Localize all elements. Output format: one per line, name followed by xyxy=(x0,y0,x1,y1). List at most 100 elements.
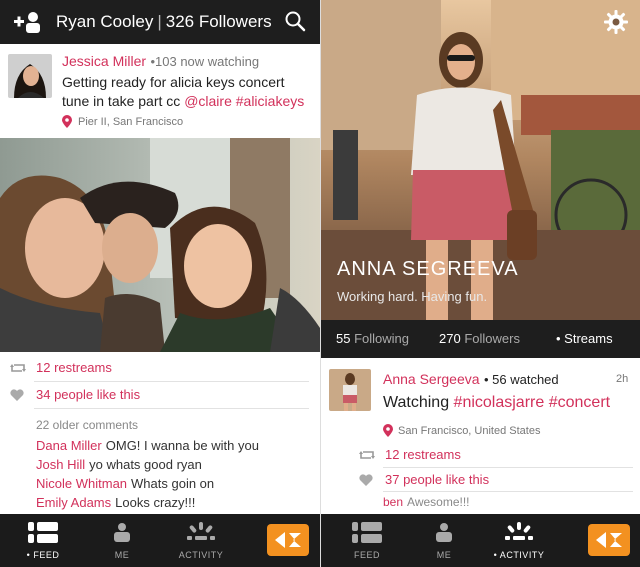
header-followers[interactable]: 326 Followers xyxy=(166,12,272,31)
heart-icon xyxy=(10,388,24,401)
nav-activity-label: • ACTIVITY xyxy=(493,550,545,560)
restreams-count: 12 restreams xyxy=(36,360,112,375)
header-separator: | xyxy=(157,12,162,31)
divider xyxy=(383,467,633,468)
likes-count: 37 people like this xyxy=(385,472,490,487)
nav-feed-label: FEED xyxy=(353,550,380,560)
nav-me-label: ME xyxy=(114,550,130,560)
hashtag-link[interactable]: #concert xyxy=(549,394,610,411)
watching-count: •103 now watching xyxy=(150,54,260,69)
following-label: Following xyxy=(354,331,410,346)
restream-icon xyxy=(359,450,375,459)
avatar[interactable] xyxy=(8,54,52,98)
bottom-nav: • FEED ME ACTIVITY xyxy=(0,514,320,567)
nav-me[interactable]: ME xyxy=(426,514,462,567)
bottom-nav: FEED ME • ACTIVITY xyxy=(321,514,640,567)
location-text: Pier II, San Francisco xyxy=(78,115,184,128)
activity-icon xyxy=(505,522,533,540)
feed-icon xyxy=(352,522,382,543)
followers-stat[interactable]: 270 Followers xyxy=(439,331,520,346)
restreams-count: 12 restreams xyxy=(385,447,461,462)
profile-stats-bar: 55 Following 270 Followers • Streams xyxy=(321,320,640,358)
post-text: Watching #nicolasjarre #concert xyxy=(383,394,610,412)
person-icon xyxy=(114,523,130,542)
restreams-row[interactable]: 12 restreams xyxy=(10,360,112,375)
post-author[interactable]: Jessica Miller xyxy=(62,53,146,69)
post-author[interactable]: Anna Sergeeva xyxy=(383,371,480,387)
likes-row[interactable]: 34 people like this xyxy=(10,387,140,402)
rewind-logo-icon xyxy=(596,532,622,548)
gear-icon[interactable] xyxy=(604,10,628,34)
post-header: Jessica Miller •103 now watching Getting… xyxy=(0,44,320,138)
location-text: San Francisco, United States xyxy=(398,424,541,437)
stream-photo[interactable] xyxy=(0,138,320,352)
post-author-line: Jessica Miller •103 now watching xyxy=(62,53,259,71)
comment-text: OMG! I wanna be with you xyxy=(105,438,259,453)
mention-link[interactable]: @claire xyxy=(184,93,232,109)
following-count: 55 xyxy=(336,331,351,346)
comment-text: yo whats good ryan xyxy=(89,457,202,472)
profile-header-title: Ryan Cooley | 326 Followers xyxy=(56,12,272,32)
comment-author[interactable]: Dana Miller xyxy=(36,438,102,453)
feed-icon xyxy=(28,522,58,543)
activity-icon xyxy=(187,522,215,540)
list-item: Nicole Whitman Whats goin on xyxy=(36,476,214,491)
comment-text: Whats goin on xyxy=(131,476,215,491)
avatar[interactable] xyxy=(329,369,371,411)
post-location[interactable]: Pier II, San Francisco xyxy=(62,115,183,128)
list-item: ben Awesome!!! xyxy=(383,495,470,509)
profile-name: ANNA SEGREEVA xyxy=(337,258,519,280)
nav-activity-label: ACTIVITY xyxy=(178,550,224,560)
followers-count: 270 xyxy=(439,331,461,346)
profile-tagline: Working hard. Having fun. xyxy=(337,289,488,304)
likes-count: 34 people like this xyxy=(36,387,141,402)
comment-author[interactable]: Nicole Whitman xyxy=(36,476,127,491)
feed-screen: Ryan Cooley | 326 Followers Jessica Miller… xyxy=(0,0,320,567)
divider xyxy=(34,381,309,382)
post-text-plain: tune in take part cc xyxy=(62,93,185,109)
nav-feed[interactable]: • FEED xyxy=(18,514,68,567)
comment-author[interactable]: ben xyxy=(383,495,403,509)
post-time: 2h xyxy=(616,373,629,385)
nav-activity[interactable]: ACTIVITY xyxy=(174,514,228,567)
comment-text: Awesome!!! xyxy=(407,495,470,509)
post-text: Getting ready for alicia keys concert tu… xyxy=(62,73,304,111)
post-location[interactable]: San Francisco, United States xyxy=(383,424,540,437)
rewind-logo-icon xyxy=(275,532,301,548)
comment-author[interactable]: Josh Hill xyxy=(36,457,85,472)
nav-me[interactable]: ME xyxy=(104,514,140,567)
person-icon xyxy=(436,523,452,542)
list-item: Emily Adams Looks crazy!!! xyxy=(36,495,195,510)
app-logo-button[interactable] xyxy=(588,524,630,556)
following-stat[interactable]: 55 Following xyxy=(336,331,409,346)
nav-activity[interactable]: • ACTIVITY xyxy=(488,514,550,567)
profile-screen: ANNA SEGREEVA Working hard. Having fun. … xyxy=(320,0,640,567)
comment-author[interactable]: Emily Adams xyxy=(36,495,111,510)
older-comments-link[interactable]: 22 older comments xyxy=(36,418,138,432)
location-pin-icon xyxy=(62,115,72,128)
hashtag-link[interactable]: #aliciakeys xyxy=(236,93,304,109)
nav-feed-label: • FEED xyxy=(26,550,60,560)
post-text-plain: Watching xyxy=(383,394,454,411)
list-item: Josh Hill yo whats good ryan xyxy=(36,457,202,472)
list-item: Dana Miller OMG! I wanna be with you xyxy=(36,438,259,453)
restreams-row[interactable]: 12 restreams xyxy=(359,447,461,462)
search-icon[interactable] xyxy=(284,10,306,32)
hashtag-link[interactable]: #nicolasjarre xyxy=(454,394,545,411)
header-username: Ryan Cooley xyxy=(56,12,154,31)
divider xyxy=(34,408,309,409)
restream-icon xyxy=(10,363,26,372)
divider xyxy=(383,491,633,492)
post-text-line1: Getting ready for alicia keys concert xyxy=(62,74,285,90)
app-logo-button[interactable] xyxy=(267,524,309,556)
post-text-line2: tune in take part cc @claire #aliciakeys xyxy=(62,92,304,111)
followers-label: Followers xyxy=(464,331,520,346)
nav-feed[interactable]: FEED xyxy=(349,514,385,567)
nav-me-label: ME xyxy=(436,550,452,560)
add-friend-icon[interactable] xyxy=(14,11,42,33)
likes-row[interactable]: 37 people like this xyxy=(359,472,489,487)
top-bar: Ryan Cooley | 326 Followers xyxy=(0,0,320,44)
comment-text: Looks crazy!!! xyxy=(115,495,196,510)
location-pin-icon xyxy=(383,424,393,437)
streams-tab[interactable]: • Streams xyxy=(556,331,613,346)
